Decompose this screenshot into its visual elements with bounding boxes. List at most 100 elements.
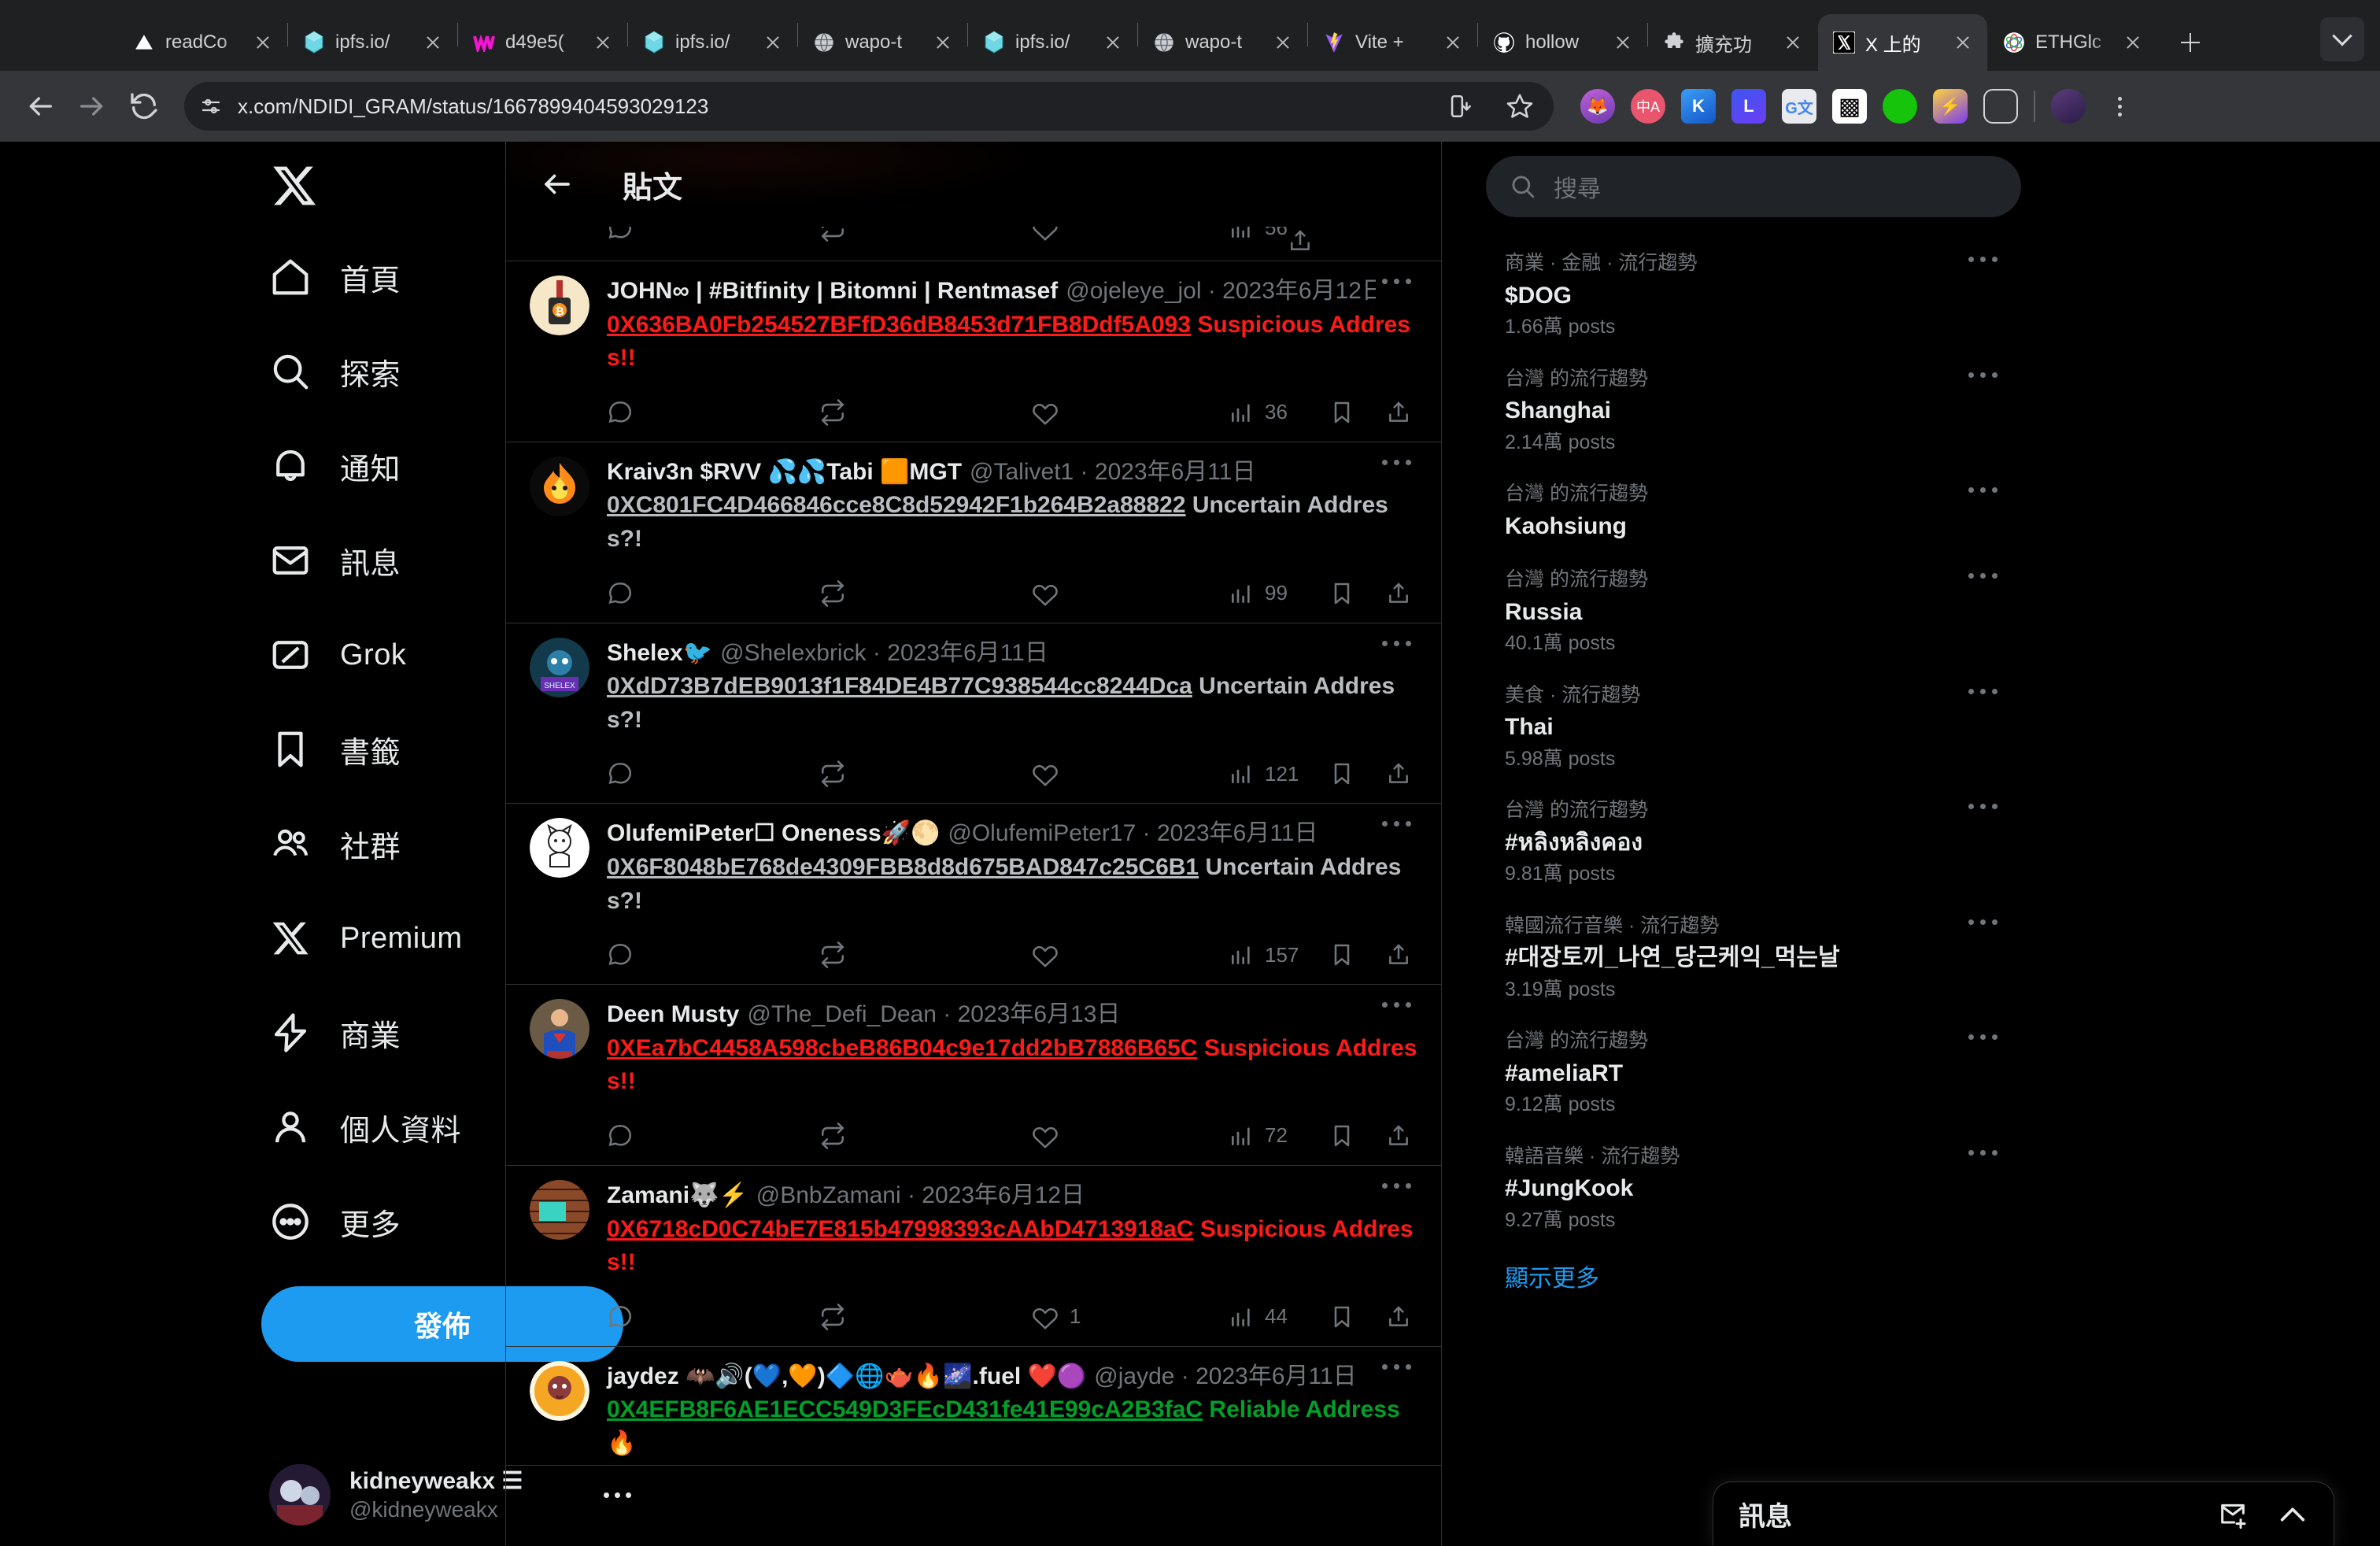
bookmark-star-icon[interactable] xyxy=(1497,83,1543,129)
show-more-link[interactable]: 顯示更多 xyxy=(1486,1246,2021,1311)
trend-item[interactable]: 台灣 的流行趨勢 Kaohsiung xyxy=(1486,468,2021,554)
sidebar-item-8[interactable]: Premium xyxy=(261,891,505,986)
forward-button[interactable] xyxy=(69,83,115,129)
fox-extension-icon[interactable]: 🦊 xyxy=(1580,89,1615,124)
reply-action[interactable] xyxy=(607,1123,819,1149)
trend-item[interactable]: 台灣 的流行趨勢 #ameliaRT 9.12萬 posts xyxy=(1486,1015,2021,1131)
like-action[interactable] xyxy=(1032,760,1229,787)
post-more-icon[interactable] xyxy=(1376,1361,1417,1373)
post-author-name[interactable]: Kraiv3n $RVV 💦💦Tabi 🟧MGT xyxy=(607,457,962,488)
bookmark-action[interactable] xyxy=(1329,942,1354,967)
trend-item[interactable]: 美食 · 流行趨勢 Thai 5.98萬 posts xyxy=(1486,670,2021,786)
share-action[interactable] xyxy=(1386,1123,1411,1148)
green-extension-icon[interactable] xyxy=(1883,89,1917,124)
address-bar[interactable]: x.com/NDIDI_GRAM/status/1667899404593029… xyxy=(184,82,1554,131)
avatar[interactable] xyxy=(530,818,589,878)
avatar[interactable] xyxy=(530,999,589,1060)
browser-tab[interactable]: ipfs.io/ xyxy=(628,14,797,71)
messages-dock[interactable]: 訊息 xyxy=(1713,1481,2334,1546)
share-action[interactable] xyxy=(1386,1304,1411,1330)
sidebar-item-6[interactable]: 書籤 xyxy=(261,702,505,797)
post-item[interactable]: OlufemiPeter☐ Oneness🚀🌕 @OlufemiPeter17 ·… xyxy=(506,804,1441,986)
views-action[interactable]: 99 xyxy=(1229,581,1329,606)
like-action[interactable] xyxy=(1032,580,1229,607)
bookmark-action[interactable] xyxy=(1329,761,1354,786)
reply-action[interactable] xyxy=(607,760,819,787)
post-item[interactable]: SHELEX Shelex🐦 @Shelexbrick · 2023年6月11日 0X… xyxy=(506,623,1441,804)
views-action[interactable]: 44 xyxy=(1229,1304,1329,1330)
share-action[interactable] xyxy=(1386,400,1411,425)
share-action[interactable] xyxy=(1386,942,1411,967)
search-input[interactable]: 搜尋 xyxy=(1486,156,2021,217)
browser-tab[interactable]: hollow xyxy=(1478,14,1647,71)
post-item[interactable]: Kraiv3n $RVV 💦💦Tabi 🟧MGT @Talivet1 · 2023… xyxy=(506,442,1441,623)
x-logo-icon[interactable] xyxy=(261,153,327,219)
post-address[interactable]: 0XC801FC4D466846cce8C8d52942F1b264B2a888… xyxy=(607,492,1186,518)
trend-more-icon[interactable] xyxy=(1968,912,1998,1005)
reply-action[interactable] xyxy=(607,941,819,968)
repost-action[interactable] xyxy=(819,227,1032,242)
new-message-icon[interactable] xyxy=(2217,1499,2249,1530)
reload-button[interactable] xyxy=(121,83,167,129)
repost-action[interactable] xyxy=(819,579,1032,607)
keplr-extension-icon[interactable]: K xyxy=(1681,89,1716,124)
sidebar-item-11[interactable]: 更多 xyxy=(261,1174,505,1269)
close-icon[interactable] xyxy=(249,29,276,56)
trend-item[interactable]: 韓國流行音樂 · 流行趨勢 #대장토끼_나연_당근케익_먹는날 3.19萬 post… xyxy=(1486,901,2021,1016)
tab-list-button[interactable] xyxy=(2320,17,2364,61)
post-item[interactable]: Zamani🐺⚡ @BnbZamani · 2023年6月12日 0X6718cD0… xyxy=(506,1166,1441,1347)
post-more-icon[interactable] xyxy=(1376,999,1417,1011)
sidebar-item-3[interactable]: 通知 xyxy=(261,419,505,513)
share-action[interactable] xyxy=(1288,228,1313,253)
trend-item[interactable]: 台灣 的流行趨勢 Russia 40.1萬 posts xyxy=(1486,554,2021,670)
close-icon[interactable] xyxy=(589,29,616,56)
repost-action[interactable] xyxy=(819,1303,1032,1330)
post-address[interactable]: 0X6718cD0C74bE7E815b47998393cAAbD4713918… xyxy=(607,1216,1194,1242)
sidebar-item-4[interactable]: 訊息 xyxy=(261,513,505,608)
reply-action[interactable] xyxy=(607,399,819,426)
reply-action[interactable] xyxy=(607,580,819,607)
google-translate-extension-icon[interactable]: G文 xyxy=(1782,89,1816,124)
new-tab-button[interactable] xyxy=(2168,20,2212,65)
trend-more-icon[interactable] xyxy=(1968,1142,1998,1236)
sidebar-item-5[interactable]: Grok xyxy=(261,608,505,702)
post-address[interactable]: 0X6F8048bE768de4309FBB8d8d675BAD847c25C6… xyxy=(607,854,1199,880)
like-action[interactable] xyxy=(1032,1123,1229,1149)
post-author-name[interactable]: Zamani🐺⚡ xyxy=(607,1180,748,1211)
views-action[interactable]: 56 xyxy=(1229,227,1288,241)
avatar[interactable]: SHELEX xyxy=(530,637,589,697)
site-info-icon[interactable] xyxy=(194,89,228,124)
trend-more-icon[interactable] xyxy=(1968,249,1998,342)
repost-action[interactable] xyxy=(819,760,1032,788)
browser-tab[interactable]: X 上的 xyxy=(1818,14,1987,71)
share-action[interactable] xyxy=(1386,581,1411,606)
close-icon[interactable] xyxy=(1439,29,1466,56)
close-icon[interactable] xyxy=(1269,29,1296,56)
like-action[interactable] xyxy=(1032,941,1229,968)
views-action[interactable]: 121 xyxy=(1229,761,1329,786)
post-more-icon[interactable] xyxy=(1376,638,1417,649)
back-arrow-icon[interactable] xyxy=(530,157,585,212)
leap-extension-icon[interactable]: L xyxy=(1731,89,1766,124)
post-more-icon[interactable] xyxy=(1376,1180,1417,1192)
browser-tab[interactable]: Vite + xyxy=(1308,14,1477,71)
reply-action[interactable] xyxy=(607,1304,819,1330)
like-action[interactable]: 1 xyxy=(1032,1304,1229,1330)
browser-tab[interactable]: ipfs.io/ xyxy=(968,14,1137,71)
post-item[interactable]: ₿ JOHN∞ | #Bitfinity | Bitomni | Rentmase… xyxy=(506,261,1441,442)
avatar[interactable] xyxy=(530,1179,589,1240)
browser-tab[interactable]: wapo-t xyxy=(798,14,967,71)
close-icon[interactable] xyxy=(929,29,956,56)
sidebar-item-1[interactable]: 首頁 xyxy=(261,230,505,324)
sidebar-item-10[interactable]: 個人資料 xyxy=(261,1080,505,1174)
trend-more-icon[interactable] xyxy=(1968,681,1998,775)
like-action[interactable] xyxy=(1032,227,1229,242)
post-more-icon[interactable] xyxy=(1376,457,1417,468)
share-action[interactable] xyxy=(1386,761,1411,786)
post-author-name[interactable]: Shelex🐦 xyxy=(607,638,712,669)
post-address[interactable]: 0XdD73B7dEB9013f1F84DE4B77C938544cc8244D… xyxy=(607,673,1192,699)
phantom-extension-icon[interactable] xyxy=(1983,89,2018,124)
bookmark-action[interactable] xyxy=(1329,1123,1354,1148)
close-icon[interactable] xyxy=(2119,29,2146,56)
profile-avatar[interactable] xyxy=(2051,89,2086,124)
